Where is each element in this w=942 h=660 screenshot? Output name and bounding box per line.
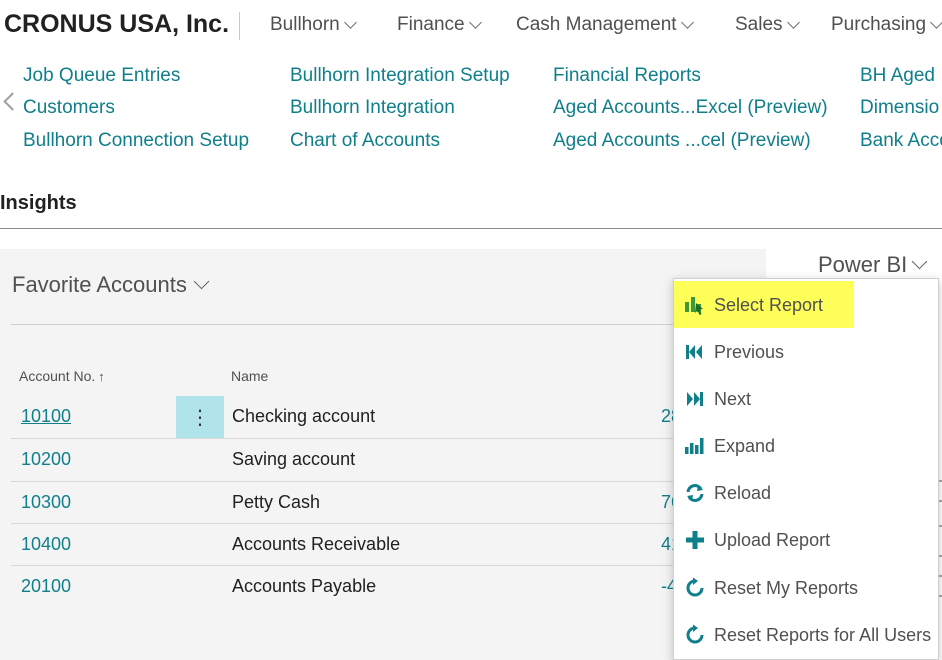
panel-title-label: Favorite Accounts xyxy=(12,272,187,297)
reload-icon xyxy=(686,484,704,502)
expand-icon xyxy=(685,438,704,454)
menu-bullhorn[interactable]: Bullhorn xyxy=(270,14,357,36)
menu-label: Bullhorn xyxy=(270,14,340,35)
menu-purchasing[interactable]: Purchasing xyxy=(831,14,942,36)
table-row[interactable]: 20100 Accounts Payable -49 xyxy=(11,566,687,608)
more-vertical-icon: ⋮ xyxy=(190,406,210,429)
menu-item-upload-report[interactable]: Upload Report xyxy=(674,516,940,563)
select-report-icon xyxy=(685,297,703,315)
reset-icon xyxy=(686,577,704,597)
menu-item-next[interactable]: Next xyxy=(674,375,940,422)
menu-finance[interactable]: Finance xyxy=(397,14,482,36)
account-no-link[interactable]: 10200 xyxy=(21,449,71,470)
account-no-link[interactable]: 10400 xyxy=(21,534,71,555)
menu-item-label: Select Report xyxy=(714,295,824,315)
menu-item-label: Reset Reports for All Users xyxy=(714,625,932,645)
menu-item-reload[interactable]: Reload xyxy=(674,469,940,516)
link-financial-reports[interactable]: Financial Reports xyxy=(553,65,701,87)
favorite-accounts-title[interactable]: Favorite Accounts xyxy=(12,272,210,298)
panel-divider xyxy=(11,324,676,325)
menu-item-label: Expand xyxy=(714,436,776,456)
menu-item-reset-reports-all-users[interactable]: Reset Reports for All Users xyxy=(674,611,940,658)
account-name: Saving account xyxy=(232,449,356,469)
table-row[interactable]: 10300 Petty Cash 76 xyxy=(11,482,681,524)
chevron-down-icon xyxy=(193,273,210,290)
menu-sales[interactable]: Sales xyxy=(735,14,800,36)
chevron-down-icon xyxy=(468,16,482,29)
menu-item-label: Upload Report xyxy=(714,530,831,550)
account-name: Accounts Payable xyxy=(232,576,377,596)
link-bank-accounts[interactable]: Bank Acco xyxy=(860,130,942,152)
menu-label: Purchasing xyxy=(831,14,927,35)
account-name: Checking account xyxy=(232,406,376,426)
row-actions-button[interactable]: ⋮ xyxy=(176,396,224,438)
account-name: Petty Cash xyxy=(232,492,321,512)
column-header-name[interactable]: Name xyxy=(231,368,268,384)
chevron-down-icon xyxy=(786,16,800,29)
table-row[interactable]: 10100 ⋮ Checking account 28 xyxy=(11,396,681,438)
chevron-down-icon xyxy=(680,16,694,29)
link-dimensions[interactable]: Dimensio xyxy=(860,97,939,119)
link-aged-accounts-excel-1[interactable]: Aged Accounts...Excel (Preview) xyxy=(553,97,828,119)
previous-icon xyxy=(686,345,702,359)
menu-item-label: Reload xyxy=(714,483,772,503)
company-name[interactable]: CRONUS USA, Inc. xyxy=(4,10,229,39)
account-no-link[interactable]: 20100 xyxy=(21,576,71,597)
column-label: Account No. xyxy=(19,368,96,384)
menu-label: Finance xyxy=(397,14,465,35)
menu-item-reset-my-reports[interactable]: Reset My Reports xyxy=(674,564,940,611)
menu-item-previous[interactable]: Previous xyxy=(674,328,940,375)
menu-label: Cash Management xyxy=(516,14,677,35)
plus-icon xyxy=(686,531,704,549)
account-no-link[interactable]: 10300 xyxy=(21,492,71,513)
menu-item-expand[interactable]: Expand xyxy=(674,422,940,469)
link-chart-of-accounts[interactable]: Chart of Accounts xyxy=(290,130,440,152)
menu-item-select-report[interactable]: Select Report xyxy=(674,281,940,328)
link-aged-accounts-excel-2[interactable]: Aged Accounts ...cel (Preview) xyxy=(553,130,811,152)
table-row[interactable]: 10200 Saving account xyxy=(11,439,681,481)
menu-cash-management[interactable]: Cash Management xyxy=(516,14,694,36)
link-bh-aged[interactable]: BH Aged xyxy=(860,65,935,87)
chevron-down-icon xyxy=(343,16,357,29)
account-name: Accounts Receivable xyxy=(232,534,401,554)
top-navigation-bar: CRONUS USA, Inc. Bullhorn Finance Cash M… xyxy=(0,0,942,52)
column-header-account-no[interactable]: Account No. ↑ xyxy=(19,368,105,384)
power-bi-label: Power BI xyxy=(818,252,908,277)
table-row[interactable]: 10400 Accounts Receivable 41 xyxy=(11,524,681,566)
menu-label: Sales xyxy=(735,14,783,35)
insights-heading: Insights xyxy=(0,192,77,214)
link-bullhorn-integration[interactable]: Bullhorn Integration xyxy=(290,97,455,119)
scroll-left-chevron-icon[interactable] xyxy=(3,92,22,111)
chevron-down-icon xyxy=(911,253,928,270)
next-icon xyxy=(687,392,703,406)
link-job-queue-entries[interactable]: Job Queue Entries xyxy=(23,65,180,87)
sort-ascending-icon: ↑ xyxy=(98,369,105,384)
menu-item-label: Reset My Reports xyxy=(714,578,859,598)
reset-icon xyxy=(686,624,704,644)
account-no-link[interactable]: 10100 xyxy=(21,406,71,427)
divider xyxy=(239,12,240,40)
menu-item-label: Previous xyxy=(714,342,785,362)
menu-item-label: Next xyxy=(714,389,752,409)
link-customers[interactable]: Customers xyxy=(23,97,115,119)
power-bi-menu: Select Report Previous Next Expand Reloa… xyxy=(673,278,939,660)
power-bi-title[interactable]: Power BI xyxy=(818,252,928,278)
link-bullhorn-connection-setup[interactable]: Bullhorn Connection Setup xyxy=(23,130,249,152)
chevron-down-icon xyxy=(930,16,942,29)
link-bullhorn-integration-setup[interactable]: Bullhorn Integration Setup xyxy=(290,65,510,87)
insights-divider xyxy=(0,228,942,229)
